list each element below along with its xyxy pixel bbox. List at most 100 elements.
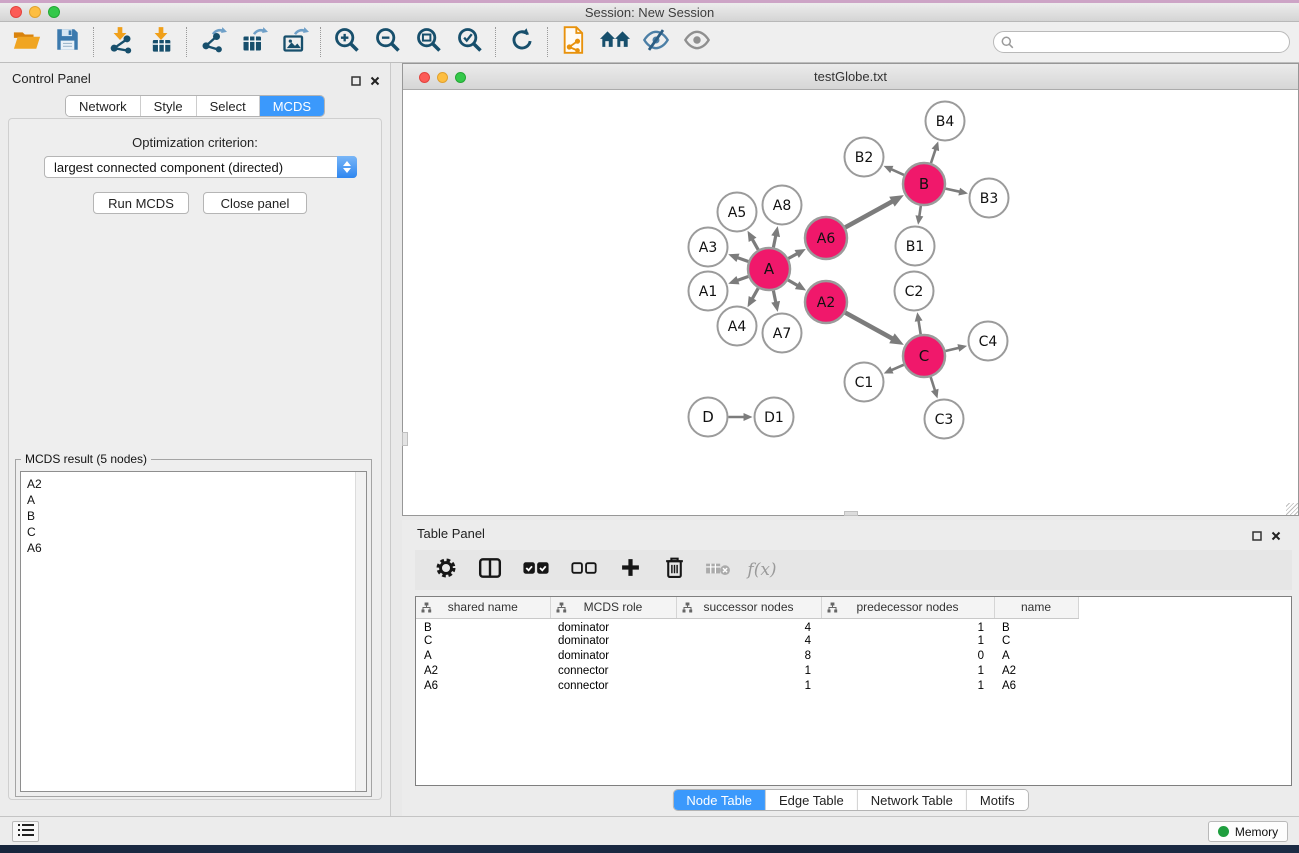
graph-node-a7[interactable]: A7 bbox=[763, 314, 802, 353]
zoom-fit-button[interactable] bbox=[408, 25, 449, 59]
column-header[interactable]: name bbox=[994, 597, 1078, 618]
graph-edge[interactable] bbox=[788, 249, 805, 259]
table-cell[interactable]: dominator bbox=[550, 618, 676, 634]
graph-node-b3[interactable]: B3 bbox=[970, 179, 1009, 218]
tab-style[interactable]: Style bbox=[141, 96, 197, 116]
table-row[interactable]: A2connector11A2 bbox=[416, 664, 1291, 679]
run-mcds-button[interactable]: Run MCDS bbox=[93, 192, 189, 214]
zoom-selected-button[interactable] bbox=[449, 25, 490, 59]
refresh-button[interactable] bbox=[501, 25, 542, 59]
graph-edge[interactable] bbox=[771, 291, 780, 312]
graph-edge[interactable] bbox=[946, 188, 968, 196]
window-resize-grip[interactable] bbox=[402, 432, 408, 446]
delete-table-button[interactable] bbox=[703, 555, 733, 585]
function-builder-button[interactable]: f(x) bbox=[747, 555, 777, 585]
column-header[interactable]: MCDS role bbox=[550, 597, 676, 618]
table-cell[interactable]: A2 bbox=[994, 664, 1078, 679]
task-history-button[interactable] bbox=[12, 821, 39, 842]
graph-edge[interactable] bbox=[728, 254, 748, 262]
save-session-button[interactable] bbox=[47, 25, 88, 59]
table-cell[interactable]: 1 bbox=[821, 664, 994, 679]
show-details-button[interactable] bbox=[676, 25, 717, 59]
graph-node-a5[interactable]: A5 bbox=[718, 193, 757, 232]
table-row[interactable]: Cdominator41C bbox=[416, 634, 1291, 649]
import-network-button[interactable] bbox=[99, 25, 140, 59]
graph-edge[interactable] bbox=[915, 312, 923, 334]
table-cell[interactable]: A6 bbox=[416, 679, 550, 694]
graph-node-b4[interactable]: B4 bbox=[926, 102, 965, 141]
network-canvas[interactable]: B4B2BB3B1A8A5A6A3AA1C2A2A4A7C4CC1C3DD1 bbox=[403, 90, 1298, 515]
table-cell[interactable]: C bbox=[994, 634, 1078, 649]
column-header[interactable]: shared name bbox=[416, 597, 550, 618]
split-columns-button[interactable] bbox=[475, 555, 505, 585]
graph-node-a4[interactable]: A4 bbox=[718, 307, 757, 346]
new-network-from-file-button[interactable] bbox=[553, 25, 594, 59]
result-scrollbar[interactable] bbox=[355, 472, 366, 791]
table-cell[interactable]: 1 bbox=[676, 679, 821, 694]
table-cell[interactable]: 1 bbox=[821, 679, 994, 694]
table-cell[interactable]: A2 bbox=[416, 664, 550, 679]
close-panel-button[interactable]: Close panel bbox=[203, 192, 307, 214]
window-resize-grip[interactable] bbox=[844, 511, 858, 516]
column-header[interactable]: predecessor nodes bbox=[821, 597, 994, 618]
network-window-titlebar[interactable]: testGlobe.txt bbox=[403, 64, 1298, 90]
graph-edge[interactable] bbox=[771, 226, 780, 247]
graph-node-a6[interactable]: A6 bbox=[805, 217, 847, 259]
graph-edge[interactable] bbox=[884, 365, 904, 374]
table-cell[interactable]: dominator bbox=[550, 634, 676, 649]
add-column-button[interactable] bbox=[615, 555, 645, 585]
tab-mcds[interactable]: MCDS bbox=[260, 96, 324, 116]
graph-node-c[interactable]: C bbox=[903, 335, 945, 377]
graph-node-c1[interactable]: C1 bbox=[845, 363, 884, 402]
delete-column-button[interactable] bbox=[659, 555, 689, 585]
tab-network[interactable]: Network bbox=[66, 96, 141, 116]
memory-button[interactable]: Memory bbox=[1208, 821, 1288, 842]
table-cell[interactable]: 1 bbox=[821, 618, 994, 634]
table-cell[interactable]: 1 bbox=[676, 664, 821, 679]
tab-edge-table[interactable]: Edge Table bbox=[766, 790, 858, 810]
table-cell[interactable]: connector bbox=[550, 679, 676, 694]
graph-node-a2[interactable]: A2 bbox=[805, 281, 847, 323]
graph-node-a3[interactable]: A3 bbox=[689, 228, 728, 267]
table-cell[interactable]: A6 bbox=[994, 679, 1078, 694]
close-panel-icon[interactable] bbox=[370, 73, 380, 91]
graph-node-b1[interactable]: B1 bbox=[896, 227, 935, 266]
float-panel-icon[interactable] bbox=[1252, 528, 1262, 546]
graph-node-a8[interactable]: A8 bbox=[763, 186, 802, 225]
tab-select[interactable]: Select bbox=[197, 96, 260, 116]
table-cell[interactable]: B bbox=[416, 618, 550, 634]
zoom-out-button[interactable] bbox=[367, 25, 408, 59]
graph-node-d[interactable]: D bbox=[689, 398, 728, 437]
criterion-dropdown[interactable]: largest connected component (directed) bbox=[44, 156, 357, 178]
table-cell[interactable]: 0 bbox=[821, 649, 994, 664]
table-cell[interactable]: 4 bbox=[676, 634, 821, 649]
graph-edge[interactable] bbox=[788, 280, 806, 290]
graph-node-c2[interactable]: C2 bbox=[895, 272, 934, 311]
table-row[interactable]: Bdominator41B bbox=[416, 618, 1291, 634]
table-cell[interactable]: A bbox=[994, 649, 1078, 664]
graph-node-b2[interactable]: B2 bbox=[845, 138, 884, 177]
graph-edge[interactable] bbox=[845, 195, 904, 227]
graph-edge[interactable] bbox=[845, 313, 904, 345]
close-panel-icon[interactable] bbox=[1271, 528, 1281, 546]
tab-network-table[interactable]: Network Table bbox=[858, 790, 967, 810]
table-cell[interactable]: dominator bbox=[550, 649, 676, 664]
graph-node-a1[interactable]: A1 bbox=[689, 272, 728, 311]
export-image-button[interactable] bbox=[274, 25, 315, 59]
table-cell[interactable]: 4 bbox=[676, 618, 821, 634]
graph-node-c3[interactable]: C3 bbox=[925, 400, 964, 439]
table-cell[interactable]: B bbox=[994, 618, 1078, 634]
column-header[interactable]: successor nodes bbox=[676, 597, 821, 618]
tab-node-table[interactable]: Node Table bbox=[673, 790, 766, 810]
graph-edge[interactable] bbox=[915, 206, 923, 225]
table-cell[interactable]: C bbox=[416, 634, 550, 649]
graph-node-c4[interactable]: C4 bbox=[969, 322, 1008, 361]
list-item[interactable]: C bbox=[21, 524, 354, 540]
list-item[interactable]: A6 bbox=[21, 540, 354, 556]
select-all-button[interactable] bbox=[519, 555, 553, 585]
table-cell[interactable]: 1 bbox=[821, 634, 994, 649]
zoom-in-button[interactable] bbox=[326, 25, 367, 59]
float-panel-icon[interactable] bbox=[351, 73, 361, 91]
unselect-all-button[interactable] bbox=[567, 555, 601, 585]
graph-edge[interactable] bbox=[931, 141, 939, 163]
